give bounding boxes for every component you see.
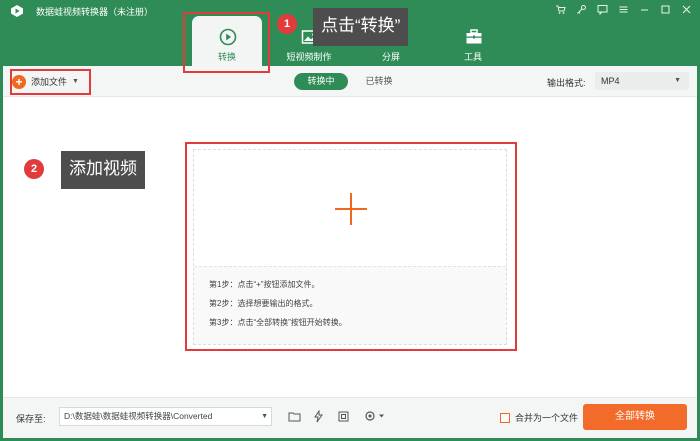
step-badge-2: 2 — [24, 159, 44, 179]
key-icon[interactable] — [575, 3, 587, 15]
tip-add-video: 添加视频 — [61, 151, 145, 189]
cart-icon[interactable] — [554, 3, 566, 15]
tab-converting[interactable]: 转换中 — [294, 73, 348, 90]
convert-all-button[interactable]: 全部转换 — [583, 404, 687, 430]
window-title: 数据蛙视频转换器（未注册） — [36, 7, 154, 17]
gpu-off-icon[interactable] — [336, 409, 350, 423]
save-path-select[interactable]: D:\数据蛙\数据蛙视频转换器\Converted ▼ — [59, 407, 272, 426]
chevron-down-icon[interactable]: ▼ — [261, 408, 268, 425]
settings-gear-icon[interactable] — [363, 409, 387, 423]
feedback-icon[interactable] — [596, 3, 608, 15]
maximize-icon[interactable] — [659, 3, 671, 15]
merge-checkbox[interactable]: 合并为一个文件 — [500, 411, 578, 424]
toolbox-icon — [466, 29, 482, 44]
bottom-bar: 保存至: D:\数据蛙\数据蛙视频转换器\Converted ▼ 合并为一个文件… — [3, 397, 697, 438]
output-format-select[interactable]: MP4 ▼ — [595, 72, 689, 90]
tab-split-screen-label: 分屏 — [381, 52, 400, 62]
output-format-label: 输出格式: — [547, 78, 586, 88]
highlight-add-file — [10, 69, 91, 95]
step-badge-1: 1 — [277, 14, 297, 34]
window-controls — [554, 3, 692, 15]
tab-converted[interactable]: 已转换 — [359, 73, 399, 90]
menu-icon[interactable] — [617, 3, 629, 15]
output-format-value: MP4 — [601, 76, 620, 86]
toolbar: + 添加文件 ▼ 转换中 已转换 输出格式: MP4 ▼ — [3, 66, 697, 97]
close-icon[interactable] — [680, 3, 692, 15]
app-logo-icon — [11, 5, 23, 17]
highlight-convert-tab — [183, 12, 270, 73]
save-path-value: D:\数据蛙\数据蛙视频转换器\Converted — [64, 411, 213, 421]
tip-click-convert: 点击“转换” — [313, 8, 409, 46]
tab-tools[interactable]: 工具 — [438, 16, 508, 66]
hardware-accel-off-icon[interactable] — [311, 409, 325, 423]
tab-tools-label: 工具 — [463, 52, 482, 62]
chevron-down-icon: ▼ — [674, 77, 681, 84]
highlight-drop-zone — [185, 142, 517, 351]
tab-short-video-label: 短视频制作 — [286, 52, 332, 62]
merge-label: 合并为一个文件 — [515, 413, 579, 423]
minimize-icon[interactable] — [638, 3, 650, 15]
save-to-label: 保存至: — [16, 414, 46, 424]
folder-icon[interactable] — [287, 409, 301, 423]
checkbox[interactable] — [500, 412, 510, 423]
